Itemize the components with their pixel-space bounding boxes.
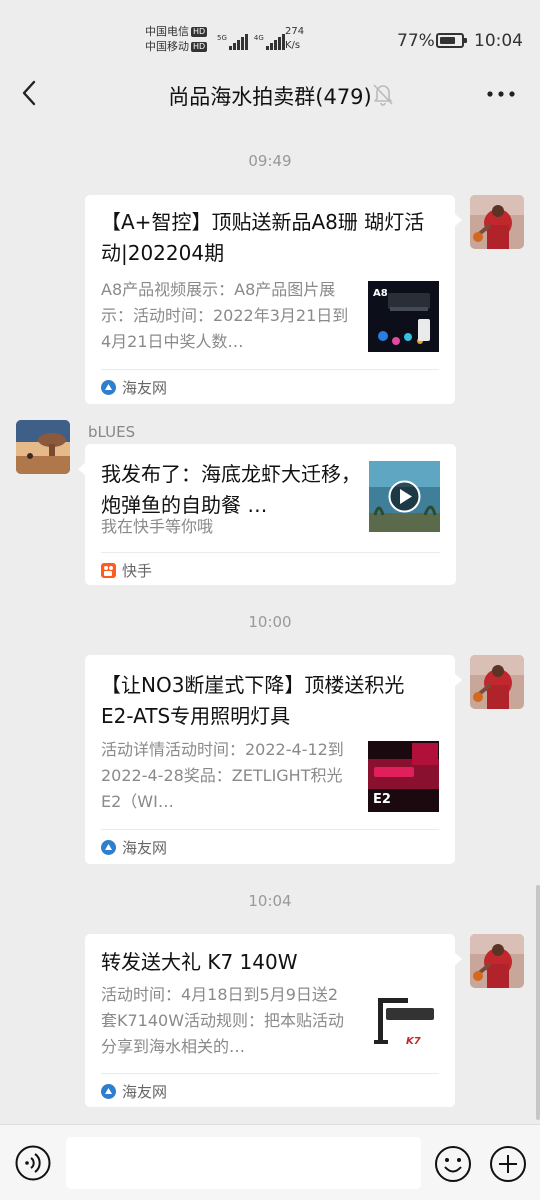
battery-percent: 77% bbox=[397, 31, 435, 51]
carrier-mobile: 中国移动 bbox=[145, 40, 189, 53]
message-timestamp: 09:49 bbox=[248, 152, 292, 170]
signal-icons: 5G 4G bbox=[217, 26, 285, 50]
card-description: 活动时间：4月18日到5月9日送2套K7140W活动规则：把本贴活动分享到海水相… bbox=[101, 985, 345, 1056]
chat-header: 尚品海水拍卖群(479) bbox=[0, 64, 540, 124]
avatar-blues[interactable] bbox=[16, 420, 70, 474]
card-source: 海友网 bbox=[101, 837, 167, 858]
link-card[interactable]: 转发送大礼 K7 140W 活动时间：4月18日到5月9日送2套K7140W活动… bbox=[85, 934, 462, 1107]
link-card[interactable]: 【让NO3断崖式下降】顶楼送积光E2-ATS专用照明灯具 活动详情活动时间：20… bbox=[85, 655, 462, 864]
thumb-text: E2 bbox=[373, 792, 391, 807]
more-horizontal-icon[interactable] bbox=[486, 90, 516, 98]
source-name: 海友网 bbox=[122, 839, 168, 857]
avatar-self[interactable] bbox=[470, 934, 524, 988]
avatar-desert-image bbox=[16, 420, 70, 474]
thumb-text: K7 bbox=[406, 1036, 421, 1047]
net-label-5g: 5G bbox=[217, 34, 227, 42]
net-speed-value: 274 bbox=[285, 26, 305, 37]
card-thumbnail: E2 bbox=[368, 741, 439, 812]
card-description: 活动详情活动时间：2022-4-12到2022-4-28奖品：ZETLIGHT积… bbox=[101, 740, 344, 811]
card-title: 【A+智控】顶贴送新品A8珊 瑚灯活动|202204期 bbox=[101, 210, 425, 265]
card-thumbnail: A8 bbox=[368, 281, 439, 352]
carrier-info: 中国电信 HD 中国移动 HD bbox=[145, 24, 208, 54]
card-source: 海友网 bbox=[101, 1081, 167, 1102]
hd-badge: HD bbox=[191, 27, 208, 37]
card-divider bbox=[101, 369, 439, 370]
card-divider bbox=[101, 829, 439, 830]
input-bar bbox=[0, 1124, 540, 1200]
plus-icon[interactable] bbox=[489, 1145, 527, 1183]
card-description: A8产品视频展示：A8产品图片展示：活动时间：2022年3月21日到4月21日中… bbox=[101, 280, 349, 351]
haiyou-app-icon bbox=[101, 1084, 116, 1099]
link-card[interactable]: 我发布了：海底龙虾大迁移，炮弹鱼的自助餐 … 我在快手等你哦 快手 bbox=[78, 444, 456, 585]
bell-off-icon bbox=[373, 84, 393, 106]
haiyou-app-icon bbox=[101, 840, 116, 855]
thumb-text: A8 bbox=[373, 288, 388, 299]
card-title: 转发送大礼 K7 140W bbox=[101, 950, 298, 974]
net-speed-unit: K/s bbox=[285, 40, 301, 51]
link-card[interactable]: 【A+智控】顶贴送新品A8珊 瑚灯活动|202204期 A8产品视频展示：A8产… bbox=[85, 195, 462, 404]
message-input[interactable] bbox=[66, 1137, 421, 1189]
source-name: 快手 bbox=[122, 562, 153, 580]
video-thumbnail bbox=[369, 461, 440, 532]
avatar-basketball-image bbox=[470, 195, 524, 249]
card-description: 我在快手等你哦 bbox=[101, 517, 214, 536]
card-title: 我发布了：海底龙虾大迁移，炮弹鱼的自助餐 … bbox=[101, 462, 361, 517]
net-speed: 274 K/s bbox=[285, 25, 304, 53]
chat-scrollbar[interactable] bbox=[536, 885, 540, 1120]
card-divider bbox=[101, 552, 440, 553]
card-divider bbox=[101, 1073, 439, 1074]
message-timestamp: 10:04 bbox=[248, 892, 292, 910]
carrier-telecom: 中国电信 bbox=[145, 25, 189, 38]
status-time: 10:04 bbox=[474, 31, 523, 51]
voice-icon[interactable] bbox=[15, 1145, 51, 1181]
avatar-self[interactable] bbox=[470, 195, 524, 249]
source-name: 海友网 bbox=[122, 1083, 168, 1101]
source-name: 海友网 bbox=[122, 379, 168, 397]
status-bar: 中国电信 HD 中国移动 HD 5G 4G 274 K/s 77% 10:04 bbox=[0, 0, 540, 64]
chat-title: 尚品海水拍卖群(479) bbox=[168, 85, 372, 109]
card-source: 快手 bbox=[101, 560, 152, 581]
card-title: 【让NO3断崖式下降】顶楼送积光E2-ATS专用照明灯具 bbox=[101, 673, 405, 728]
avatar-basketball-image bbox=[470, 655, 524, 709]
hd-badge: HD bbox=[191, 42, 208, 52]
emoji-icon[interactable] bbox=[434, 1145, 472, 1183]
message-timestamp: 10:00 bbox=[248, 613, 292, 631]
signal-5g-icon: 5G bbox=[217, 34, 248, 50]
avatar-self[interactable] bbox=[470, 655, 524, 709]
net-label-4g: 4G bbox=[253, 34, 264, 42]
avatar-basketball-image bbox=[470, 934, 524, 988]
haiyou-app-icon bbox=[101, 380, 116, 395]
card-thumbnail: K7 bbox=[368, 986, 439, 1057]
battery-icon bbox=[436, 33, 467, 48]
kuaishou-app-icon bbox=[101, 563, 116, 578]
card-source: 海友网 bbox=[101, 377, 167, 398]
sender-name: bLUES bbox=[88, 423, 136, 441]
signal-4g-icon: 4G bbox=[254, 34, 285, 50]
